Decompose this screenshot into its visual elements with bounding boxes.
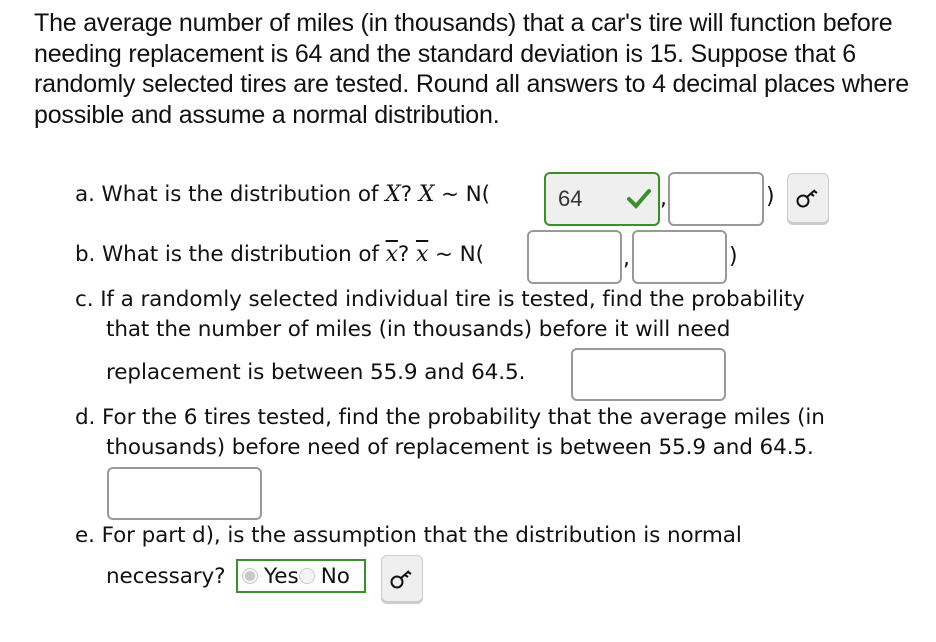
part-b-var: x	[385, 242, 398, 267]
part-c-line2: that the number of miles (in thousands) …	[106, 317, 731, 342]
part-e-key-button[interactable]	[381, 555, 423, 602]
yes-radio[interactable]	[242, 568, 258, 584]
part-d-answer-input[interactable]	[107, 467, 262, 520]
part-a-qmark: ?	[400, 182, 412, 207]
part-e-line1: e. For part d), is the assumption that t…	[75, 523, 742, 548]
radio-selected-dot	[245, 571, 255, 581]
part-b-question: b. What is the distribution of x? x ~ N(	[75, 242, 484, 267]
part-a-mean-value: 64	[558, 186, 583, 211]
key-icon	[390, 569, 412, 588]
part-a-dist-prefix: ~ N(	[441, 182, 490, 207]
no-label[interactable]: No	[321, 564, 350, 589]
part-a-sd-input[interactable]	[668, 172, 764, 226]
part-a-var: X	[385, 182, 401, 207]
key-icon	[796, 189, 818, 208]
part-a-question: a. What is the distribution of X? X ~ N(	[75, 182, 490, 207]
part-e-line2: necessary?	[106, 564, 226, 589]
part-c-line3: replacement is between 55.9 and 64.5.	[106, 360, 526, 385]
part-d-line1: d. For the 6 tires tested, find the prob…	[75, 405, 825, 430]
part-b-sd-input[interactable]	[632, 230, 727, 284]
part-c-line1: c. If a randomly selected individual tir…	[75, 287, 805, 312]
no-radio[interactable]	[298, 568, 315, 584]
part-b-label: b. What is the distribution of	[75, 242, 386, 267]
part-a-label: a. What is the distribution of	[75, 182, 386, 207]
part-b-mean-input[interactable]	[527, 230, 622, 284]
problem-statement: The average number of miles (in thousand…	[34, 9, 909, 129]
part-a-mean-input[interactable]: 64	[544, 172, 660, 226]
part-b-qmark: ?	[397, 242, 410, 267]
part-a-var2: X	[418, 182, 435, 207]
yes-label[interactable]: Yes	[264, 564, 299, 589]
part-b-var2: x	[415, 242, 429, 267]
part-b-dist-prefix: ~ N(	[435, 242, 484, 267]
part-a-key-button[interactable]	[787, 173, 829, 223]
part-b-close-paren: )	[729, 244, 738, 269]
part-a-comma: ,	[660, 186, 667, 211]
part-d-line2: thousands) before need of replacement is…	[106, 435, 814, 460]
part-a-close-paren: )	[766, 184, 775, 209]
part-c-answer-input[interactable]	[571, 348, 726, 401]
checkmark-icon	[627, 189, 651, 209]
part-b-comma: ,	[623, 246, 630, 271]
part-e-radio-group: Yes No	[236, 559, 366, 593]
